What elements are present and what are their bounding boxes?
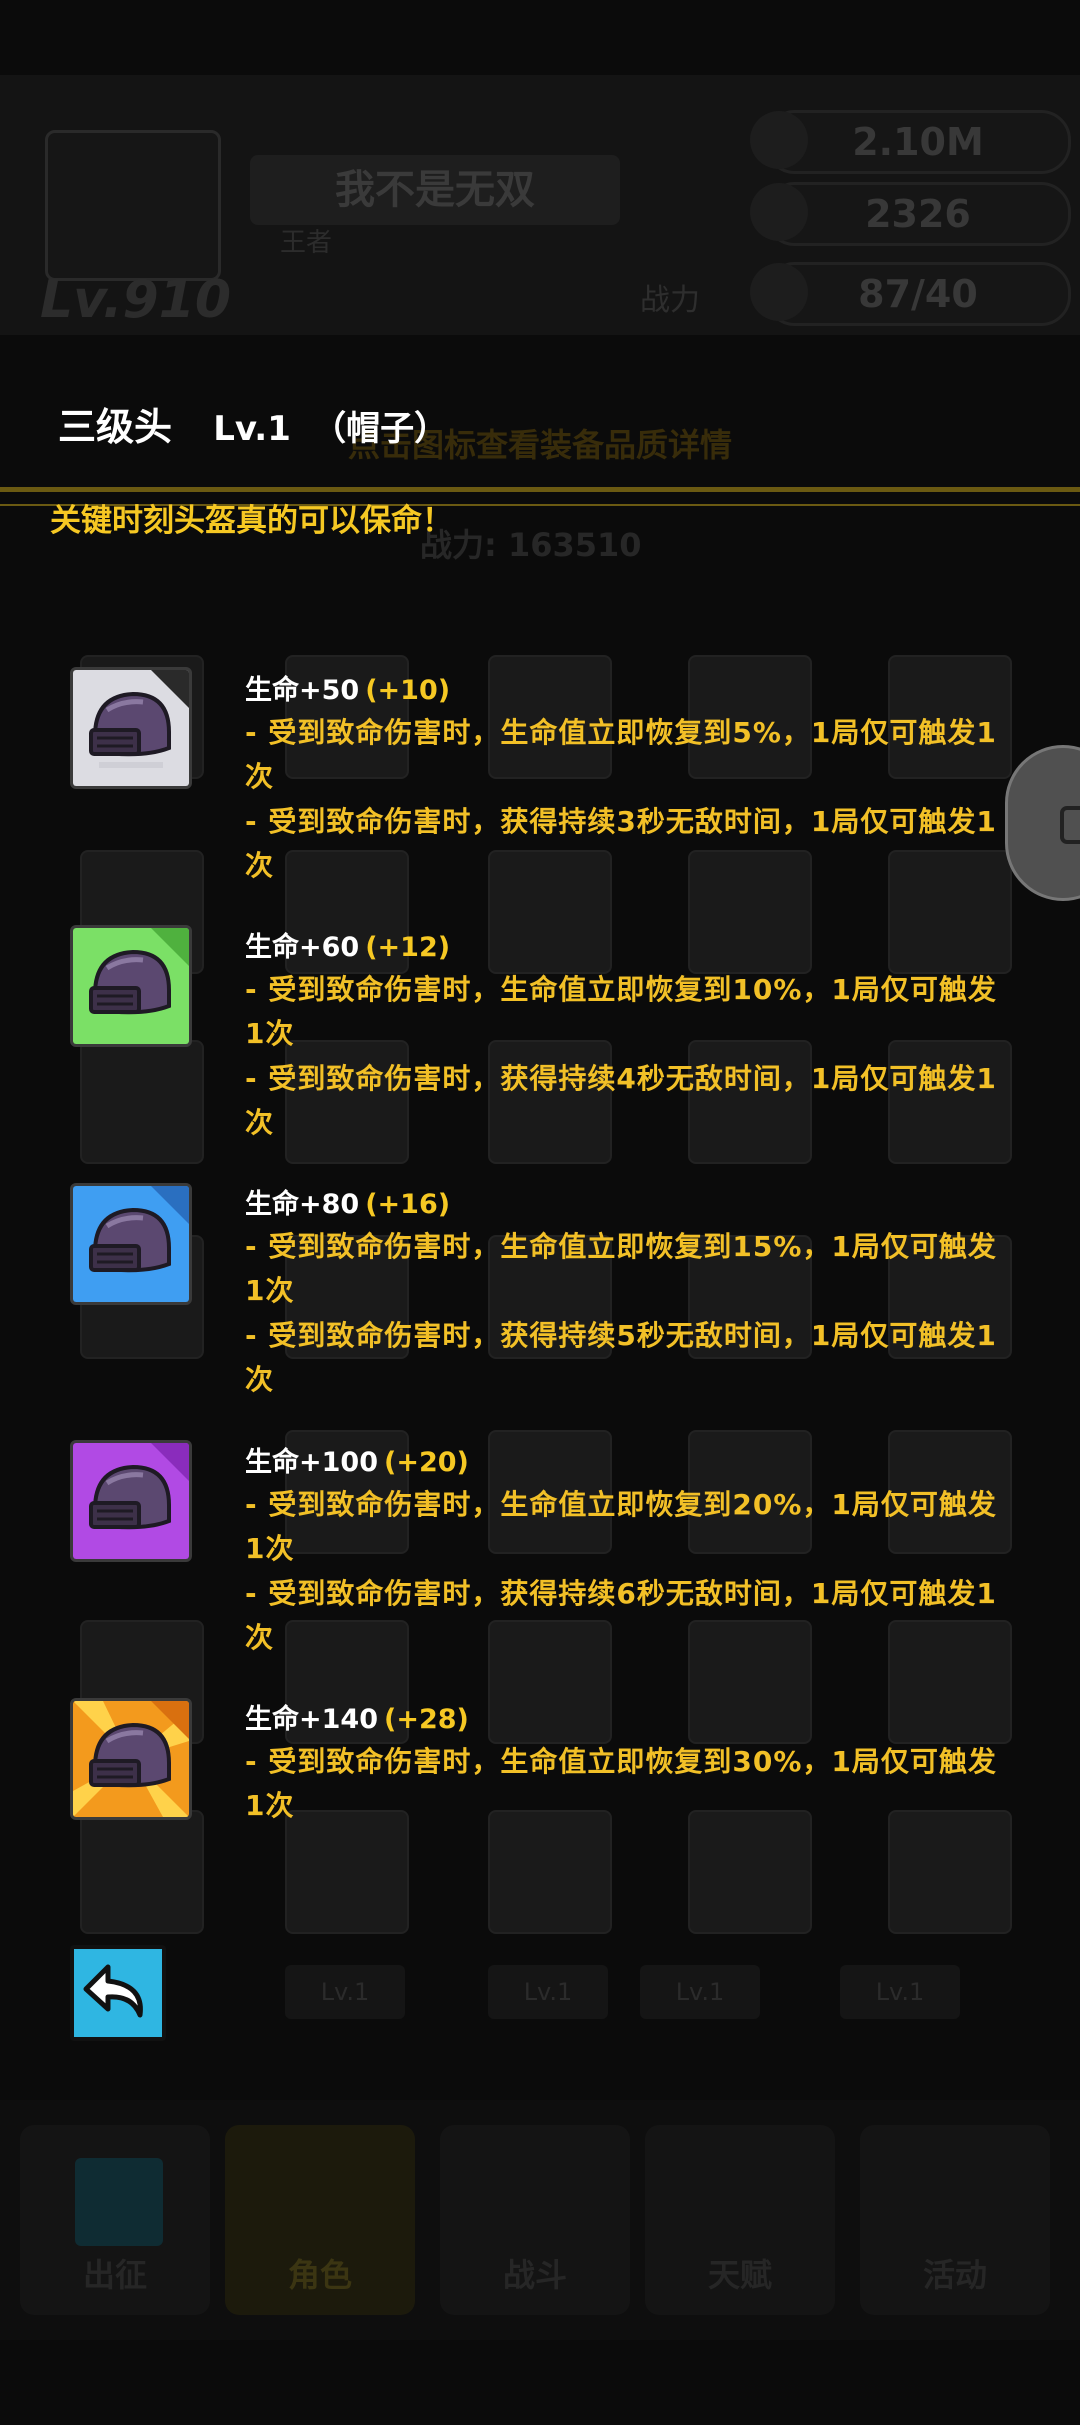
slot-level-label: Lv.1	[488, 1965, 608, 2019]
diamond-icon	[750, 183, 808, 241]
helmet-icon-orange[interactable]	[70, 1698, 192, 1820]
inventory-slot	[688, 1810, 812, 1934]
nav-item-event: 活动	[860, 2125, 1050, 2315]
background-back-icon	[75, 2158, 163, 2246]
nav-item-talent: 天赋	[645, 2125, 835, 2315]
nav-item-character: 角色	[225, 2125, 415, 2315]
inventory-slot	[285, 1810, 409, 1934]
helmet-icon-white[interactable]	[70, 667, 192, 789]
back-arrow-icon	[83, 1964, 143, 2018]
floating-assistant-button[interactable]	[1005, 745, 1080, 901]
tier-effect: - 受到致命伤害时，获得持续3秒无敌时间，1局仅可触发1次	[245, 805, 997, 882]
helmet-icon-purple[interactable]	[70, 1440, 192, 1562]
energy-resource: 87/40	[750, 262, 1071, 326]
tier-stat: 生命+60 (+12)	[245, 932, 451, 963]
player-name: 我不是无双	[250, 155, 620, 225]
tier-bonus: (+16)	[365, 1189, 451, 1220]
tier-effect: - 受到致命伤害时，生命值立即恢复到5%，1局仅可触发1次	[245, 716, 997, 793]
tier-bonus: (+12)	[365, 932, 451, 963]
helmet-icon-green[interactable]	[70, 925, 192, 1047]
slot-level-label: Lv.1	[640, 1965, 760, 2019]
avatar	[45, 130, 221, 281]
tier-effect: - 受到致命伤害时，生命值立即恢复到10%，1局仅可触发1次	[245, 973, 997, 1050]
tier-effect: - 受到致命伤害时，生命值立即恢复到30%，1局仅可触发1次	[245, 1745, 997, 1822]
energy-icon	[750, 263, 808, 321]
inventory-slot	[80, 1040, 204, 1164]
item-type: （帽子）	[312, 409, 449, 449]
player-level: Lv.910	[40, 270, 232, 330]
item-tagline: 关键时刻头盔真的可以保命！	[50, 503, 453, 539]
helmet-icon-blue[interactable]	[70, 1183, 192, 1305]
power-label: 战力	[640, 283, 700, 318]
tier-effect: - 受到致命伤害时，获得持续5秒无敌时间，1局仅可触发1次	[245, 1319, 997, 1396]
tier-effect: - 受到致命伤害时，获得持续6秒无敌时间，1局仅可触发1次	[245, 1577, 997, 1654]
item-name: 三级头	[58, 405, 173, 449]
back-button[interactable]	[70, 1945, 166, 2041]
player-subtitle: 王者	[280, 228, 333, 258]
divider	[0, 487, 1080, 492]
diamond-resource: 2326	[750, 182, 1071, 246]
item-level: Lv.1	[213, 409, 291, 449]
tier-effect: - 受到致命伤害时，获得持续4秒无敌时间，1局仅可触发1次	[245, 1062, 997, 1139]
gold-coin-icon	[750, 111, 808, 169]
gold-resource: 2.10M	[750, 110, 1071, 174]
assistant-icon	[1060, 806, 1080, 844]
nav-item-battle: 战斗	[440, 2125, 630, 2315]
tier-stat: 生命+80 (+16)	[245, 1189, 451, 1220]
slot-level-label: Lv.1	[840, 1965, 960, 2019]
tier-bonus: (+28)	[383, 1704, 469, 1735]
slot-level-label: Lv.1	[285, 1965, 405, 2019]
inventory-slot	[80, 1810, 204, 1934]
tier-effect: - 受到致命伤害时，生命值立即恢复到20%，1局仅可触发1次	[245, 1488, 997, 1565]
tier-bonus: (+10)	[365, 675, 451, 706]
tier-stat: 生命+140 (+28)	[245, 1704, 469, 1735]
inventory-slot	[888, 1810, 1012, 1934]
tier-bonus: (+20)	[383, 1447, 469, 1478]
item-title: 三级头 Lv.1 （帽子）	[58, 396, 448, 451]
tier-stat: 生命+50 (+10)	[245, 675, 451, 706]
tier-stat: 生命+100 (+20)	[245, 1447, 469, 1478]
combat-score: 战力: 163510	[420, 526, 642, 564]
tier-effect: - 受到致命伤害时，生命值立即恢复到15%，1局仅可触发1次	[245, 1230, 997, 1307]
inventory-slot	[488, 1810, 612, 1934]
